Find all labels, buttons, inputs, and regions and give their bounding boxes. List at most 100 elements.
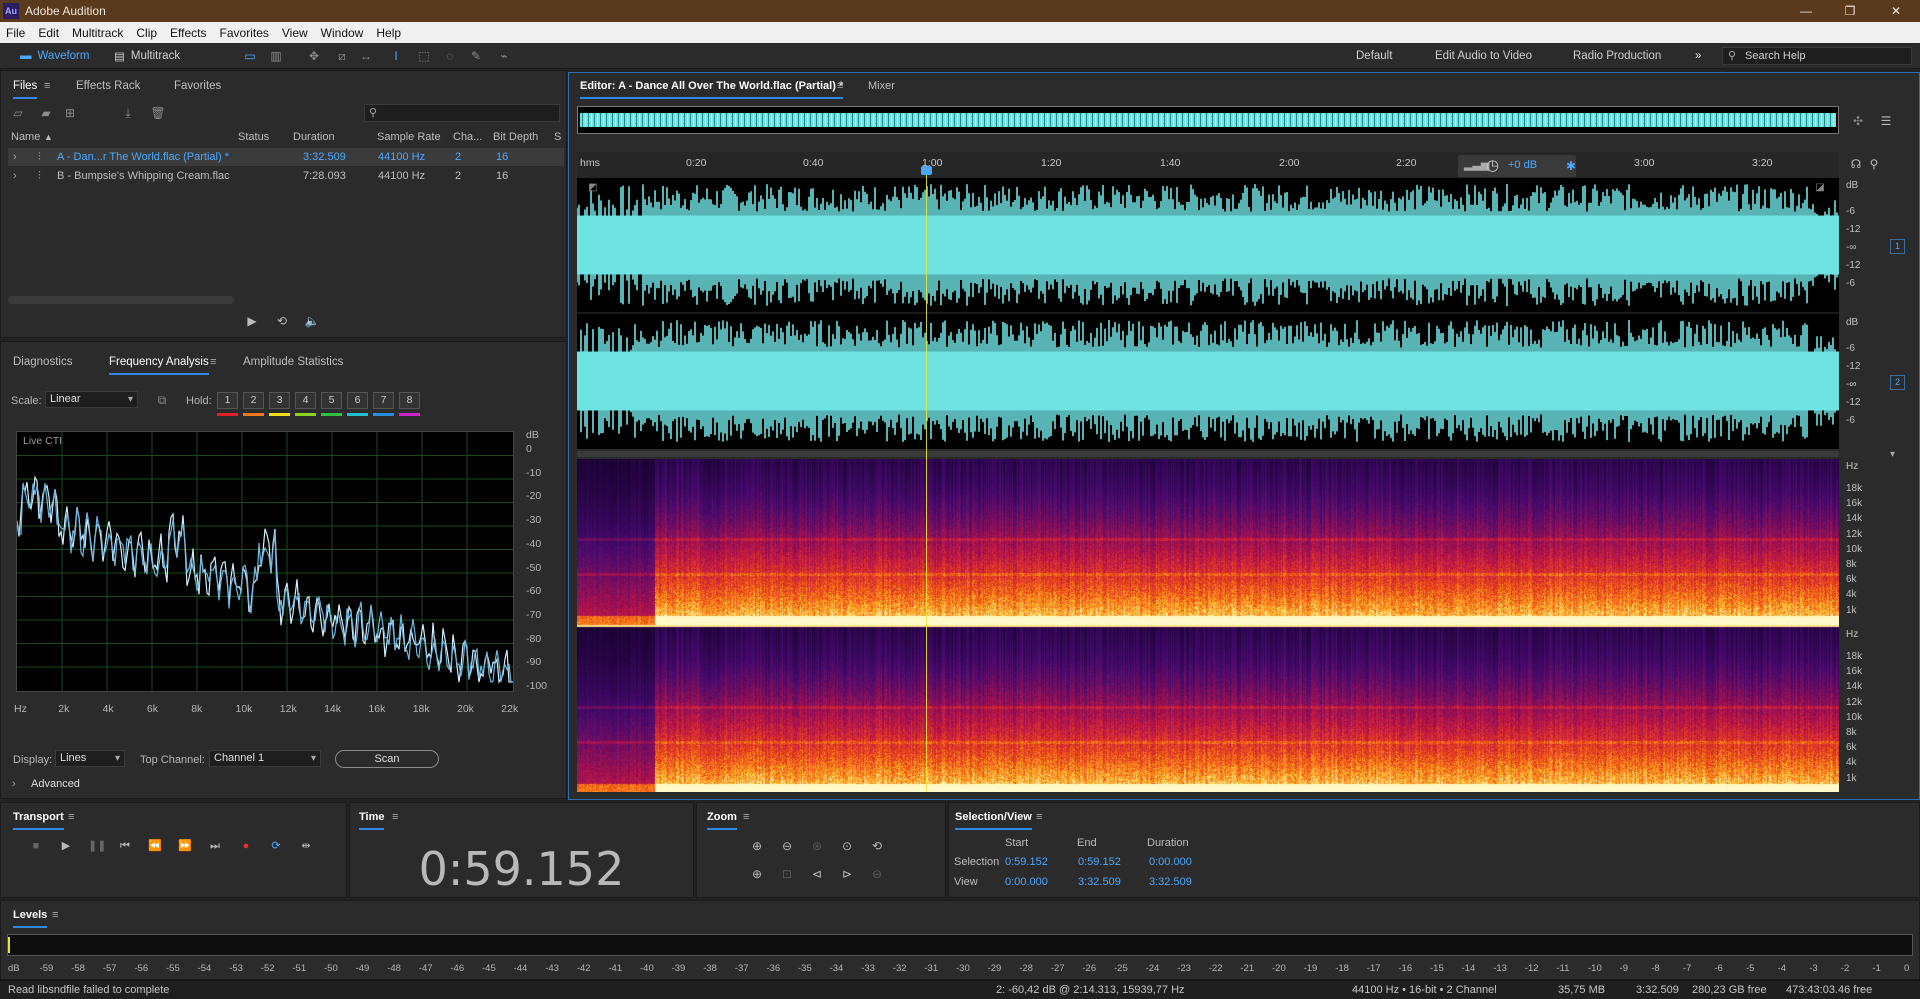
hold-button-8[interactable]: 8 <box>399 392 420 409</box>
channel-2-button[interactable]: 2 <box>1890 375 1905 390</box>
editor-menu-icon[interactable]: ≡ <box>837 80 843 92</box>
workspace-default[interactable]: Default <box>1356 50 1392 62</box>
stop-icon[interactable]: ■ <box>28 838 44 854</box>
frequency-menu-icon[interactable]: ≡ <box>210 356 216 368</box>
playhead-handle[interactable] <box>921 166 932 175</box>
menu-effects[interactable]: Effects <box>170 26 206 40</box>
search-help-input[interactable]: ⚲ Search Help <box>1722 47 1912 65</box>
zoom-in-time-icon[interactable]: ⊕ <box>748 866 766 882</box>
col-channels[interactable]: Cha... <box>453 131 482 143</box>
files-menu-icon[interactable]: ≡ <box>44 80 50 92</box>
hold-button-1[interactable]: 1 <box>217 392 238 409</box>
collapse-icon[interactable]: ▾ <box>1890 449 1895 460</box>
menu-view[interactable]: View <box>282 26 308 40</box>
file-row[interactable]: › ⫶ B - Bumpsie's Whipping Cream.flac 7:… <box>8 167 564 185</box>
zoom-in-amplitude-icon[interactable]: ⊕ <box>748 838 766 854</box>
gain-value[interactable]: +0 dB <box>1508 159 1537 171</box>
hold-button-6[interactable]: 6 <box>347 392 368 409</box>
menu-help[interactable]: Help <box>376 26 401 40</box>
expand-icon[interactable]: › <box>13 170 17 182</box>
zoom-to-selection-icon[interactable]: ⊛ <box>808 838 826 854</box>
zoom-in-both-icon[interactable]: ⊳ <box>838 866 856 882</box>
rewind-icon[interactable]: ⏪ <box>147 838 163 854</box>
time-selection-tool-icon[interactable]: I <box>388 48 404 64</box>
close-button[interactable]: ✕ <box>1876 0 1916 22</box>
hold-button-5[interactable]: 5 <box>321 392 342 409</box>
selection-menu-icon[interactable]: ≡ <box>1036 811 1042 823</box>
col-name[interactable]: Name <box>11 131 40 143</box>
top-channel-select[interactable]: Channel 1 <box>209 750 321 767</box>
hold-button-2[interactable]: 2 <box>243 392 264 409</box>
file-row[interactable]: › ⫶ A - Dan...r The World.flac (Partial)… <box>8 148 564 166</box>
snapshot-icon[interactable]: ⧉ <box>154 392 170 408</box>
next-icon[interactable]: ⏭ <box>207 838 223 854</box>
play-icon[interactable]: ▶ <box>58 838 74 854</box>
menu-multitrack[interactable]: Multitrack <box>72 26 123 40</box>
spot-healing-tool-icon[interactable]: ⌁ <box>496 48 512 64</box>
tab-favorites[interactable]: Favorites <box>174 80 221 92</box>
maximize-button[interactable]: ❐ <box>1830 0 1870 22</box>
scan-button[interactable]: Scan <box>335 750 439 768</box>
fast-forward-icon[interactable]: ⏩ <box>177 838 193 854</box>
levels-menu-icon[interactable]: ≡ <box>52 909 58 921</box>
new-file-icon[interactable]: ⊞ <box>62 105 78 121</box>
loop-preview-icon[interactable]: ⟲ <box>274 313 290 329</box>
tab-frequency-analysis[interactable]: Frequency Analysis <box>109 356 209 375</box>
advanced-expand-icon[interactable]: › <box>12 778 16 790</box>
advanced-toggle[interactable]: Advanced <box>31 778 80 790</box>
loop-icon[interactable]: ⟳ <box>268 838 284 854</box>
move-tool-icon[interactable]: ✥ <box>306 48 322 64</box>
hud-volume[interactable]: ▂▃▅ ◷ +0 dB <box>1458 155 1576 177</box>
tab-editor[interactable]: Editor: A - Dance All Over The World.fla… <box>580 80 844 99</box>
selection-start[interactable]: 0:59.152 <box>1005 856 1048 868</box>
hold-button-4[interactable]: 4 <box>295 392 316 409</box>
play-preview-icon[interactable]: ▶ <box>244 313 260 329</box>
pause-icon[interactable]: ❚❚ <box>88 838 106 854</box>
zoom-out-full-icon[interactable]: ⊡ <box>778 866 796 882</box>
scale-select[interactable]: Linear <box>45 391 138 408</box>
zoom-out-time-icon[interactable]: ⊖ <box>868 866 886 882</box>
tab-effects-rack[interactable]: Effects Rack <box>76 80 140 92</box>
spectral-display[interactable] <box>577 459 1839 792</box>
time-display[interactable]: 0:59.152 <box>349 842 694 896</box>
tab-amplitude-statistics[interactable]: Amplitude Statistics <box>243 356 343 368</box>
col-status[interactable]: Status <box>238 131 269 143</box>
time-menu-icon[interactable]: ≡ <box>392 811 398 823</box>
channel-1-button[interactable]: 1 <box>1890 239 1905 254</box>
waveform-display-icon[interactable]: ▭ <box>242 48 258 64</box>
hold-button-7[interactable]: 7 <box>373 392 394 409</box>
panel-options-icon[interactable]: ☰ <box>1878 113 1894 129</box>
display-select[interactable]: Lines <box>55 750 125 767</box>
view-end[interactable]: 3:32.509 <box>1078 876 1121 888</box>
menu-file[interactable]: File <box>6 26 25 40</box>
brush-tool-icon[interactable]: ✎ <box>468 48 484 64</box>
zoom-in-left-icon[interactable]: ⊲ <box>808 866 826 882</box>
files-search-input[interactable]: ⚲ <box>364 104 560 122</box>
previous-icon[interactable]: ⏮ <box>117 838 133 854</box>
lasso-tool-icon[interactable]: ◌ <box>442 48 458 64</box>
view-start[interactable]: 0:00.000 <box>1005 876 1048 888</box>
transport-menu-icon[interactable]: ≡ <box>68 811 74 823</box>
zoom-navigator-icon[interactable]: ✣ <box>1850 113 1866 129</box>
open-file-icon[interactable]: ▱ <box>10 105 26 121</box>
tab-files[interactable]: Files <box>13 80 38 99</box>
import-file-icon[interactable]: ▰ <box>38 105 54 121</box>
display-splitter[interactable] <box>577 451 1839 457</box>
expand-icon[interactable]: › <box>13 151 17 163</box>
auto-play-icon[interactable]: 🔈 <box>304 313 320 329</box>
fade-in-handle-icon[interactable]: ◩ <box>585 180 601 196</box>
tab-diagnostics[interactable]: Diagnostics <box>13 356 72 368</box>
headphones-icon[interactable]: ☊ <box>1848 156 1864 172</box>
spectral-display-icon[interactable]: ▥ <box>268 48 284 64</box>
overview-navigator[interactable] <box>577 106 1839 134</box>
minimize-button[interactable]: — <box>1786 0 1826 22</box>
col-bit-depth[interactable]: Bit Depth <box>493 131 538 143</box>
files-horizontal-scrollbar[interactable] <box>8 296 234 304</box>
record-icon[interactable]: ● <box>238 838 254 854</box>
more-workspaces-icon[interactable]: » <box>1695 50 1701 62</box>
workspace-edit-audio-to-video[interactable]: Edit Audio to Video <box>1435 50 1532 62</box>
delete-file-icon[interactable]: 🗑 <box>150 105 166 121</box>
multitrack-view-button[interactable]: ▤ Multitrack <box>114 47 180 65</box>
tab-mixer[interactable]: Mixer <box>868 80 895 92</box>
skip-selection-icon[interactable]: ⇹ <box>298 838 314 854</box>
